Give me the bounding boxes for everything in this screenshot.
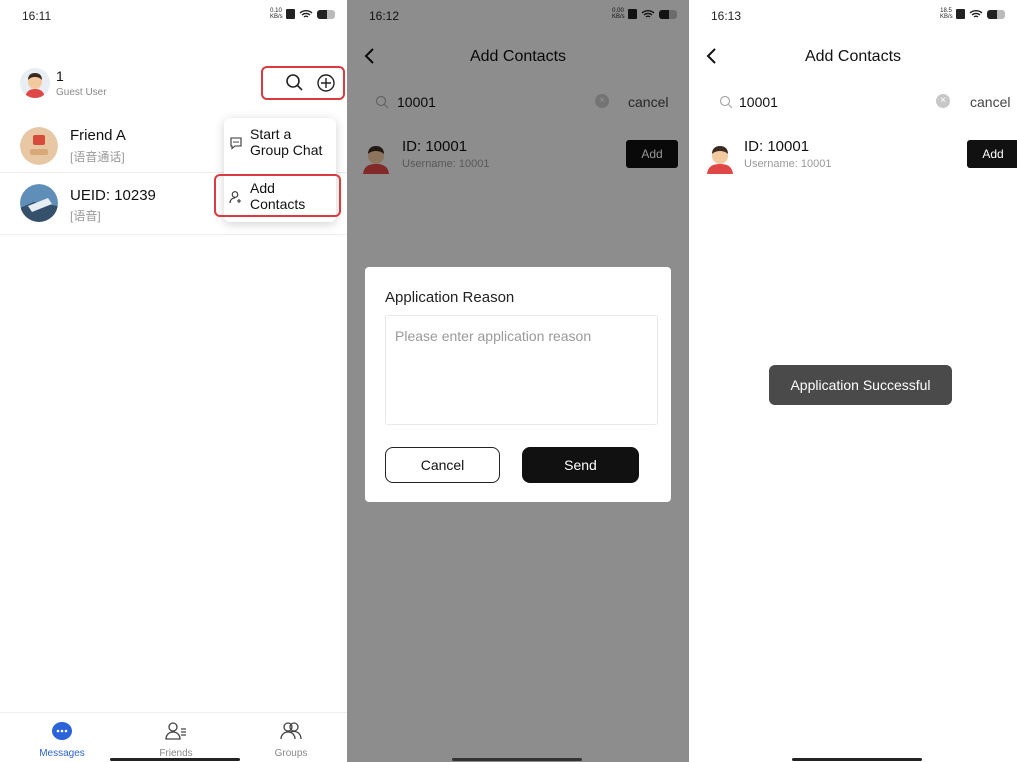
wifi-icon (969, 10, 983, 18)
status-bar: 16:11 0.10 KB/s (0, 0, 347, 30)
chat-preview: [语音] (70, 209, 101, 223)
battery-icon (317, 9, 335, 19)
success-toast: Application Successful (769, 365, 952, 405)
tab-friends[interactable]: Friends (136, 713, 216, 762)
dialog-send-button[interactable]: Send (522, 447, 639, 483)
home-indicator (110, 758, 240, 761)
friends-icon (165, 722, 186, 740)
search-input[interactable]: 10001 (739, 94, 778, 110)
groups-icon (280, 722, 302, 740)
search-bar: 10001 × cancel (689, 82, 1017, 122)
network-speed: 18.5 KB/s (940, 8, 953, 20)
user-avatar[interactable] (20, 68, 50, 98)
page-title: Add Contacts (804, 48, 902, 65)
chat-avatar (20, 184, 58, 222)
user-name: 1 (56, 68, 64, 84)
search-icon (719, 95, 733, 109)
battery-icon (987, 9, 1005, 19)
result-username: Username: 10001 (744, 158, 832, 170)
dialog-cancel-button[interactable]: Cancel (385, 447, 500, 483)
search-result-row: ID: 10001 Username: 10001 Add (689, 130, 1017, 180)
result-avatar (707, 146, 733, 174)
messages-icon (52, 722, 72, 740)
network-speed: 0.10 KB/s (270, 8, 283, 20)
add-contacts-success-screen: 16:13 18.5 KB/s Add Contacts 10001 × can… (689, 0, 1017, 762)
tab-label: Messages (39, 748, 85, 759)
messages-screen: 16:11 0.10 KB/s 1 Guest User Friend A [语… (0, 0, 347, 762)
user-role: Guest User (56, 87, 107, 98)
result-id: ID: 10001 (744, 138, 810, 155)
sim-icon (286, 9, 295, 19)
home-indicator (792, 758, 922, 761)
chat-avatar (20, 127, 58, 165)
add-contacts-dialog-screen: 16:12 0.00 KB/s Add Contacts 10001 × can… (347, 0, 689, 762)
cancel-search-link[interactable]: cancel (970, 94, 1010, 110)
reason-input[interactable]: Please enter application reason (385, 315, 658, 425)
status-icons: 18.5 KB/s (940, 8, 1005, 20)
bottom-tab-bar: Messages Friends Groups (0, 712, 347, 762)
clear-icon[interactable]: × (936, 94, 950, 108)
app-bar: Add Contacts (689, 30, 1017, 82)
highlight-header-actions (261, 66, 345, 100)
status-time: 16:11 (22, 9, 52, 23)
menu-label: Start a Group Chat (250, 126, 323, 158)
menu-start-group-chat[interactable]: Start a Group Chat (224, 120, 336, 166)
add-button[interactable]: Add (967, 140, 1017, 168)
tab-label: Groups (274, 748, 308, 759)
chat-bubble-icon (230, 137, 242, 150)
home-indicator (452, 758, 582, 761)
status-bar: 16:13 18.5 KB/s (689, 0, 1017, 30)
highlight-add-contacts (214, 174, 341, 217)
chat-preview: [语音通话] (70, 150, 125, 164)
status-time: 16:13 (711, 9, 742, 23)
wifi-icon (299, 10, 313, 18)
dialog-title: Application Reason (385, 289, 515, 306)
chat-name: Friend A (70, 127, 126, 144)
status-icons: 0.10 KB/s (270, 8, 335, 20)
chat-name: UEID: 10239 (70, 187, 156, 204)
tab-messages[interactable]: Messages (22, 713, 102, 762)
sim-icon (956, 9, 965, 19)
tab-groups[interactable]: Groups (251, 713, 331, 762)
application-reason-dialog: Application Reason Please enter applicat… (365, 267, 671, 502)
